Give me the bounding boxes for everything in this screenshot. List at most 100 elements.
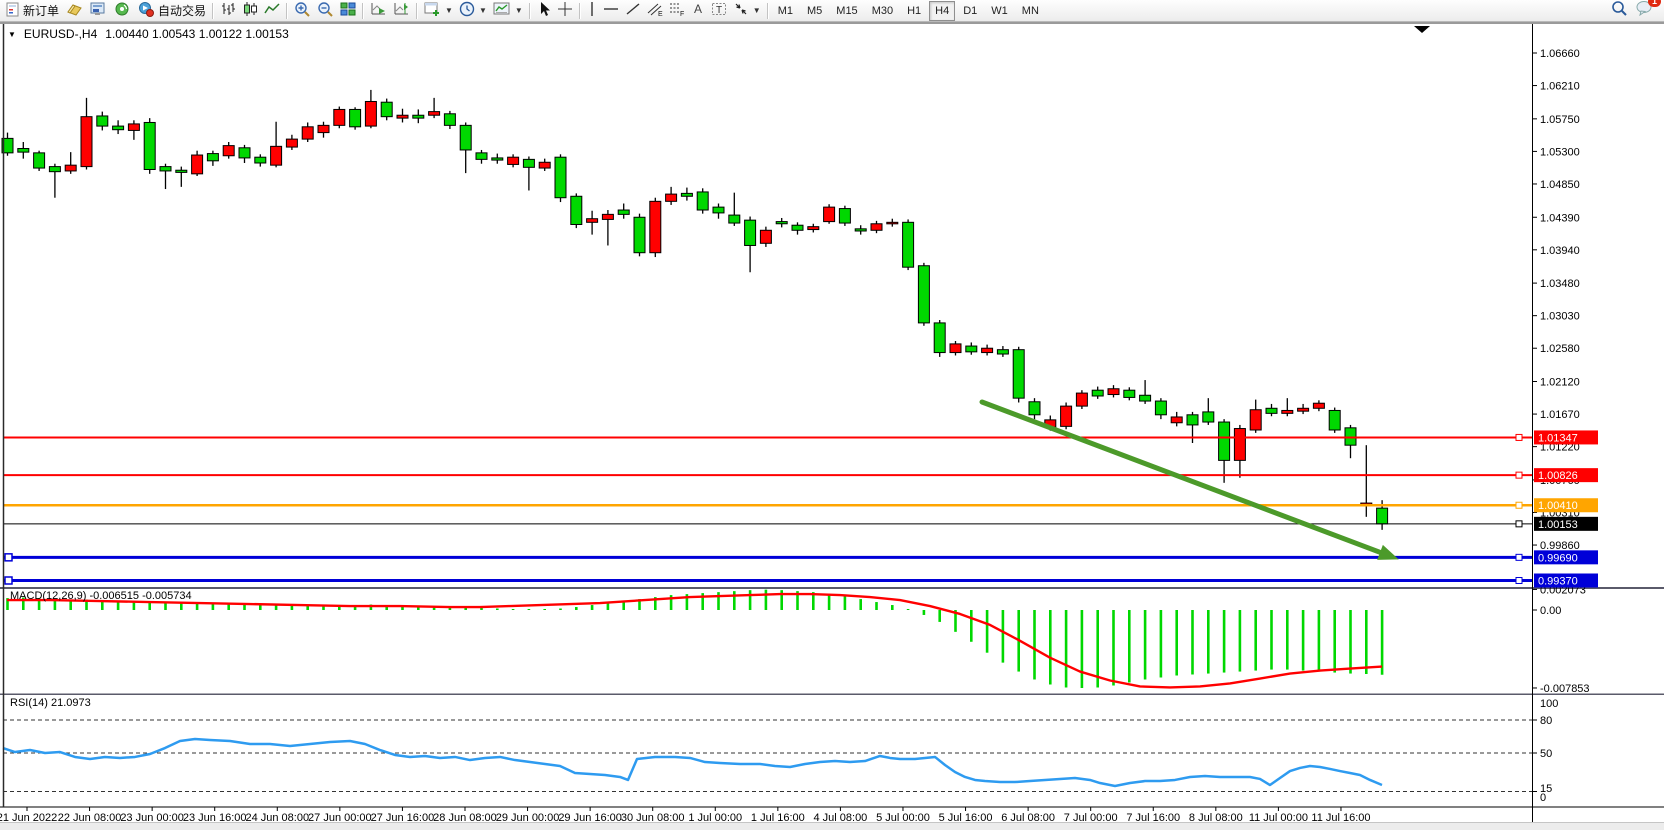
candle-body bbox=[571, 196, 582, 224]
status-strip bbox=[0, 822, 1664, 830]
line-end-marker[interactable] bbox=[1516, 554, 1522, 560]
time-tick-label: 24 Jun 08:00 bbox=[245, 812, 309, 822]
price-tick-label: 1.06210 bbox=[1540, 81, 1580, 93]
candle-body bbox=[555, 157, 566, 198]
svg-text:1.00153: 1.00153 bbox=[1538, 519, 1578, 531]
time-tick-label: 29 Jun 00:00 bbox=[496, 812, 560, 822]
candle-body bbox=[460, 125, 471, 150]
toolbar-separator bbox=[212, 3, 214, 19]
template-button[interactable]: ▼ bbox=[490, 1, 526, 21]
crosshair-tool-button[interactable] bbox=[554, 1, 576, 21]
terminal-window: 新订单 自动交易 bbox=[0, 0, 1664, 830]
channel-tool-button[interactable]: E bbox=[644, 1, 666, 21]
candle-body bbox=[1250, 410, 1261, 430]
time-tick-label: 5 Jul 16:00 bbox=[939, 812, 993, 822]
timeframe-button-m1[interactable]: M1 bbox=[772, 1, 799, 21]
timeframe-button-m30[interactable]: M30 bbox=[866, 1, 899, 21]
line-end-marker[interactable] bbox=[1516, 472, 1522, 478]
text-label-icon: T bbox=[711, 1, 727, 20]
cursor-icon bbox=[537, 1, 551, 20]
candle-body bbox=[239, 148, 250, 158]
time-tick-label: 21 Jun 2022 bbox=[0, 812, 57, 822]
candle-body bbox=[365, 101, 376, 126]
candle-body bbox=[681, 193, 692, 196]
signals-button[interactable] bbox=[110, 1, 134, 21]
candle-body bbox=[397, 115, 408, 118]
candle-body bbox=[318, 125, 329, 132]
period-button[interactable]: ▼ bbox=[456, 1, 490, 21]
price-badge: 1.00410 bbox=[1534, 498, 1598, 512]
toolbar-separator bbox=[579, 3, 581, 19]
timeframe-button-mn[interactable]: MN bbox=[1016, 1, 1045, 21]
candlestick-mode-button[interactable] bbox=[239, 1, 261, 21]
chevron-down-icon: ▼ bbox=[445, 6, 453, 15]
zoom-in-icon bbox=[294, 1, 311, 20]
label-tool-button[interactable]: T bbox=[708, 1, 730, 21]
zoom-in-button[interactable] bbox=[291, 1, 314, 21]
zoom-out-button[interactable] bbox=[314, 1, 337, 21]
terminal-panel-button[interactable] bbox=[86, 1, 110, 21]
line-chart-mode-button[interactable] bbox=[261, 1, 283, 21]
candle-body bbox=[982, 348, 993, 352]
candle-body bbox=[839, 209, 850, 223]
horizontal-line-tool-button[interactable] bbox=[600, 1, 622, 21]
line-end-marker[interactable] bbox=[1516, 577, 1522, 583]
line-end-marker[interactable] bbox=[1516, 434, 1522, 440]
time-tick-label: 11 Jul 16:00 bbox=[1311, 812, 1370, 822]
line-handle[interactable] bbox=[5, 554, 12, 561]
line-end-marker[interactable] bbox=[1516, 502, 1522, 508]
pane-separator[interactable] bbox=[0, 694, 1664, 696]
timeframe-group: M1M5M15M30H1H4D1W1MN bbox=[772, 1, 1045, 21]
timeframe-button-d1[interactable]: D1 bbox=[957, 1, 983, 21]
candle-body bbox=[887, 222, 898, 224]
timeframe-button-m15[interactable]: M15 bbox=[830, 1, 863, 21]
crosshair-icon bbox=[557, 1, 573, 20]
notifications-button[interactable]: 1 bbox=[1636, 0, 1654, 21]
time-tick-label: 23 Jun 16:00 bbox=[183, 812, 247, 822]
timeframe-button-h1[interactable]: H1 bbox=[901, 1, 927, 21]
chart-shift-button[interactable] bbox=[390, 1, 413, 21]
chart-ohlc-values: 1.00440 1.00543 1.00122 1.00153 bbox=[105, 27, 289, 41]
vertical-line-tool-button[interactable] bbox=[584, 1, 600, 21]
candle-body bbox=[1013, 350, 1024, 398]
bar-chart-mode-button[interactable] bbox=[217, 1, 239, 21]
market-watch-button[interactable] bbox=[62, 1, 86, 21]
chart-window: 1.066601.062101.057501.053001.048501.043… bbox=[0, 22, 1664, 822]
line-end-marker[interactable] bbox=[1516, 521, 1522, 527]
line-handle[interactable] bbox=[5, 577, 12, 584]
auto-trading-button[interactable]: 自动交易 bbox=[134, 1, 209, 21]
search-icon[interactable] bbox=[1611, 0, 1628, 22]
candle-body bbox=[223, 146, 234, 156]
new-chart-button[interactable]: ▼ bbox=[421, 1, 456, 21]
arrows-icon bbox=[733, 1, 749, 20]
chart-title-marker[interactable]: ▼ bbox=[8, 30, 16, 39]
price-tick-label: 1.04390 bbox=[1540, 212, 1580, 224]
tile-windows-button[interactable] bbox=[337, 1, 359, 21]
timeframe-button-w1[interactable]: W1 bbox=[985, 1, 1014, 21]
text-tool-button[interactable]: A bbox=[688, 1, 708, 21]
candle-body bbox=[271, 146, 282, 165]
arrows-tool-button[interactable]: ▼ bbox=[730, 1, 764, 21]
candle-body bbox=[1092, 390, 1103, 396]
candle-body bbox=[508, 157, 519, 164]
toolbar-separator bbox=[529, 3, 531, 19]
candle-body bbox=[871, 224, 882, 231]
new-order-button[interactable]: 新订单 bbox=[2, 1, 62, 21]
rsi-scale-label: 80 bbox=[1540, 715, 1552, 727]
svg-text:0.99370: 0.99370 bbox=[1538, 575, 1578, 587]
equidistant-channel-icon: E bbox=[647, 1, 663, 20]
chart-canvas[interactable]: 1.066601.062101.057501.053001.048501.043… bbox=[0, 22, 1664, 822]
candle-body bbox=[634, 217, 645, 252]
candle-body bbox=[1298, 408, 1309, 411]
pane-separator[interactable] bbox=[0, 587, 1664, 589]
svg-text:E: E bbox=[658, 11, 663, 17]
fibonacci-tool-button[interactable]: F bbox=[666, 1, 688, 21]
timeframe-button-m5[interactable]: M5 bbox=[801, 1, 828, 21]
tile-windows-icon bbox=[340, 1, 356, 20]
trendline-tool-button[interactable] bbox=[622, 1, 644, 21]
candle-body bbox=[144, 122, 155, 169]
candle-body bbox=[587, 219, 598, 223]
cursor-tool-button[interactable] bbox=[534, 1, 554, 21]
timeframe-button-h4[interactable]: H4 bbox=[929, 1, 955, 21]
auto-scroll-button[interactable] bbox=[367, 1, 390, 21]
